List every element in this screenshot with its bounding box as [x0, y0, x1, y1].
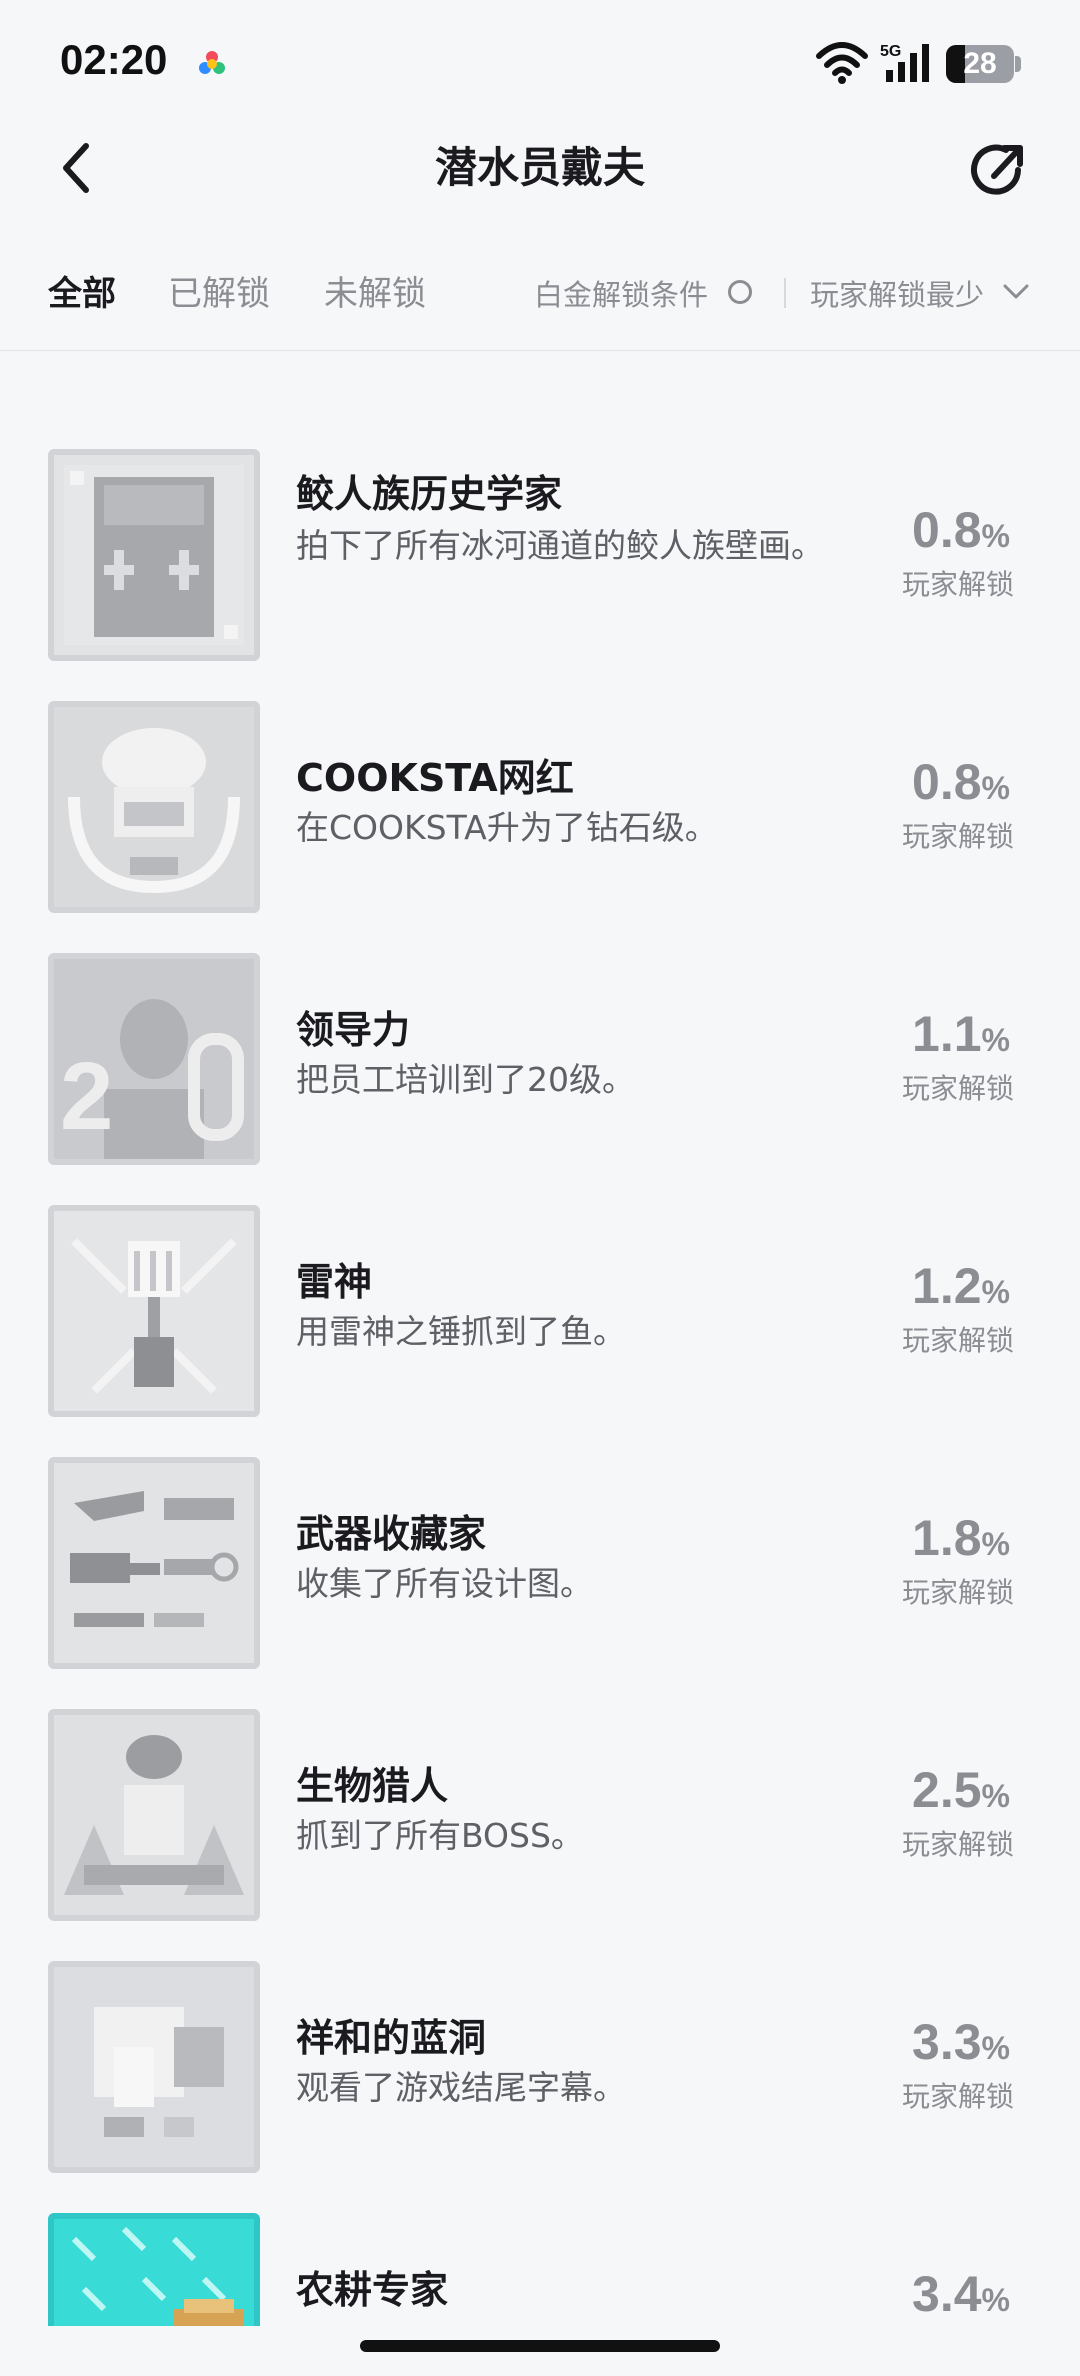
- unlock-percent-value: 3.4: [912, 2266, 982, 2322]
- unlock-percent: 3.3%: [912, 2013, 1010, 2071]
- achievement-row[interactable]: 农耕专家 3.4%: [0, 2213, 1080, 2326]
- achievement-description: 把员工培训到了20级。: [296, 1060, 635, 1099]
- achievement-description: 抓到了所有BOSS。: [296, 1816, 584, 1855]
- leadership-achievement-icon: 2: [48, 953, 260, 1165]
- achievement-description: 用雷神之锤抓到了鱼。: [296, 1312, 626, 1351]
- sort-dropdown[interactable]: 玩家解锁最少: [810, 272, 984, 314]
- percent-sign: %: [981, 1778, 1010, 1814]
- achievement-name: 农耕专家: [296, 2268, 449, 2312]
- achievement-row[interactable]: 武器收藏家 收集了所有设计图。 1.8% 玩家解锁: [0, 1457, 1080, 1709]
- achievement-name: 生物猎人: [296, 1764, 449, 1808]
- wifi-icon: [816, 42, 868, 84]
- hammer-achievement-icon: [48, 1205, 260, 1417]
- weapons-achievement-icon: [48, 1457, 260, 1669]
- achievement-name: 武器收藏家: [296, 1512, 487, 1556]
- unlock-percent-label: 玩家解锁: [901, 1576, 1014, 1609]
- unlock-percent: 1.2%: [912, 1257, 1010, 1315]
- achievement-name: 祥和的蓝洞: [296, 2016, 487, 2060]
- achievement-name: 鲛人族历史学家: [296, 472, 563, 516]
- unlock-percent: 1.1%: [912, 1005, 1010, 1063]
- unlock-percent-value: 0.8: [912, 754, 982, 810]
- achievement-description: 观看了游戏结尾字幕。: [296, 2068, 626, 2107]
- status-time: 02:20: [60, 36, 168, 83]
- percent-sign: %: [981, 2282, 1010, 2318]
- achievement-description: 拍下了所有冰河通道的鲛人族壁画。: [296, 526, 824, 565]
- unlock-percent-value: 1.8: [912, 1510, 982, 1566]
- unlock-percent: 1.8%: [912, 1509, 1010, 1567]
- cellular-signal-icon: 5G: [880, 43, 929, 82]
- unlock-percent-value: 3.3: [912, 2014, 982, 2070]
- achievement-row[interactable]: 祥和的蓝洞 观看了游戏结尾字幕。 3.3% 玩家解锁: [0, 1961, 1080, 2213]
- battery-level: 28: [963, 47, 997, 80]
- unlock-percent-label: 玩家解锁: [901, 1828, 1014, 1861]
- percent-sign: %: [981, 518, 1010, 554]
- achievement-row[interactable]: 雷神 用雷神之锤抓到了鱼。 1.2% 玩家解锁: [0, 1205, 1080, 1457]
- status-bar: 02:20 5G 28: [0, 0, 1080, 120]
- tab-locked[interactable]: 未解锁: [324, 266, 426, 315]
- battery-tip: [1015, 56, 1021, 72]
- achievement-description: 收集了所有设计图。: [296, 1564, 593, 1603]
- achievement-list: 鲛人族历史学家 拍下了所有冰河通道的鲛人族壁画。 0.8% 玩家解锁 COOKS…: [0, 351, 1080, 2326]
- achievement-description: 在COOKSTA升为了钻石级。: [296, 808, 718, 847]
- unlock-percent-value: 1.1: [912, 1006, 982, 1062]
- murals-achievement-icon: [48, 449, 260, 661]
- unlock-percent-value: 2.5: [912, 1762, 982, 1818]
- app-notification-icon: [199, 51, 225, 74]
- unlock-percent-value: 0.8: [912, 502, 982, 558]
- unlock-percent-label: 玩家解锁: [901, 568, 1014, 601]
- platinum-condition-radio[interactable]: [728, 280, 752, 304]
- battery-icon: 28: [946, 45, 1014, 83]
- achievement-row[interactable]: 鲛人族历史学家 拍下了所有冰河通道的鲛人族壁画。 0.8% 玩家解锁: [0, 449, 1080, 701]
- percent-sign: %: [981, 770, 1010, 806]
- share-button[interactable]: [968, 138, 1032, 202]
- filter-divider: [784, 278, 786, 308]
- unlock-percent: 0.8%: [912, 753, 1010, 811]
- unlock-percent: 2.5%: [912, 1761, 1010, 1819]
- unlock-percent-label: 玩家解锁: [901, 2080, 1014, 2113]
- unlock-percent-value: 1.2: [912, 1258, 982, 1314]
- boss-hunter-achievement-icon: [48, 1709, 260, 1921]
- achievement-row[interactable]: COOKSTA网红 在COOKSTA升为了钻石级。 0.8% 玩家解锁: [0, 701, 1080, 953]
- percent-sign: %: [981, 1526, 1010, 1562]
- unlock-percent: 3.4%: [912, 2265, 1010, 2323]
- achievement-row[interactable]: 生物猎人 抓到了所有BOSS。 2.5% 玩家解锁: [0, 1709, 1080, 1961]
- tab-unlocked[interactable]: 已解锁: [168, 266, 270, 315]
- platinum-condition-label[interactable]: 白金解锁条件: [534, 272, 708, 314]
- network-type: 5G: [880, 43, 901, 60]
- unlock-percent: 0.8%: [912, 501, 1010, 559]
- achievement-name: 雷神: [296, 1260, 373, 1304]
- unlock-percent-label: 玩家解锁: [901, 820, 1014, 853]
- unlock-percent-label: 玩家解锁: [901, 1072, 1014, 1105]
- percent-sign: %: [981, 1274, 1010, 1310]
- achievement-name: 领导力: [296, 1008, 411, 1052]
- percent-sign: %: [981, 2030, 1010, 2066]
- icon-number-2: 2: [60, 1043, 113, 1150]
- page-title: 潜水员戴夫: [434, 143, 645, 192]
- home-indicator[interactable]: [360, 2340, 720, 2352]
- chef-hat-achievement-icon: [48, 701, 260, 913]
- tab-all[interactable]: 全部: [48, 266, 116, 315]
- blue-hole-achievement-icon: [48, 1961, 260, 2173]
- farming-achievement-icon: [48, 2213, 260, 2326]
- unlock-percent-label: 玩家解锁: [901, 1324, 1014, 1357]
- achievement-name: COOKSTA网红: [296, 756, 574, 800]
- percent-sign: %: [981, 1022, 1010, 1058]
- chevron-down-icon[interactable]: [1002, 282, 1030, 302]
- achievement-row[interactable]: 2 领导力 把员工培训到了20级。 1.1% 玩家解锁: [0, 953, 1080, 1205]
